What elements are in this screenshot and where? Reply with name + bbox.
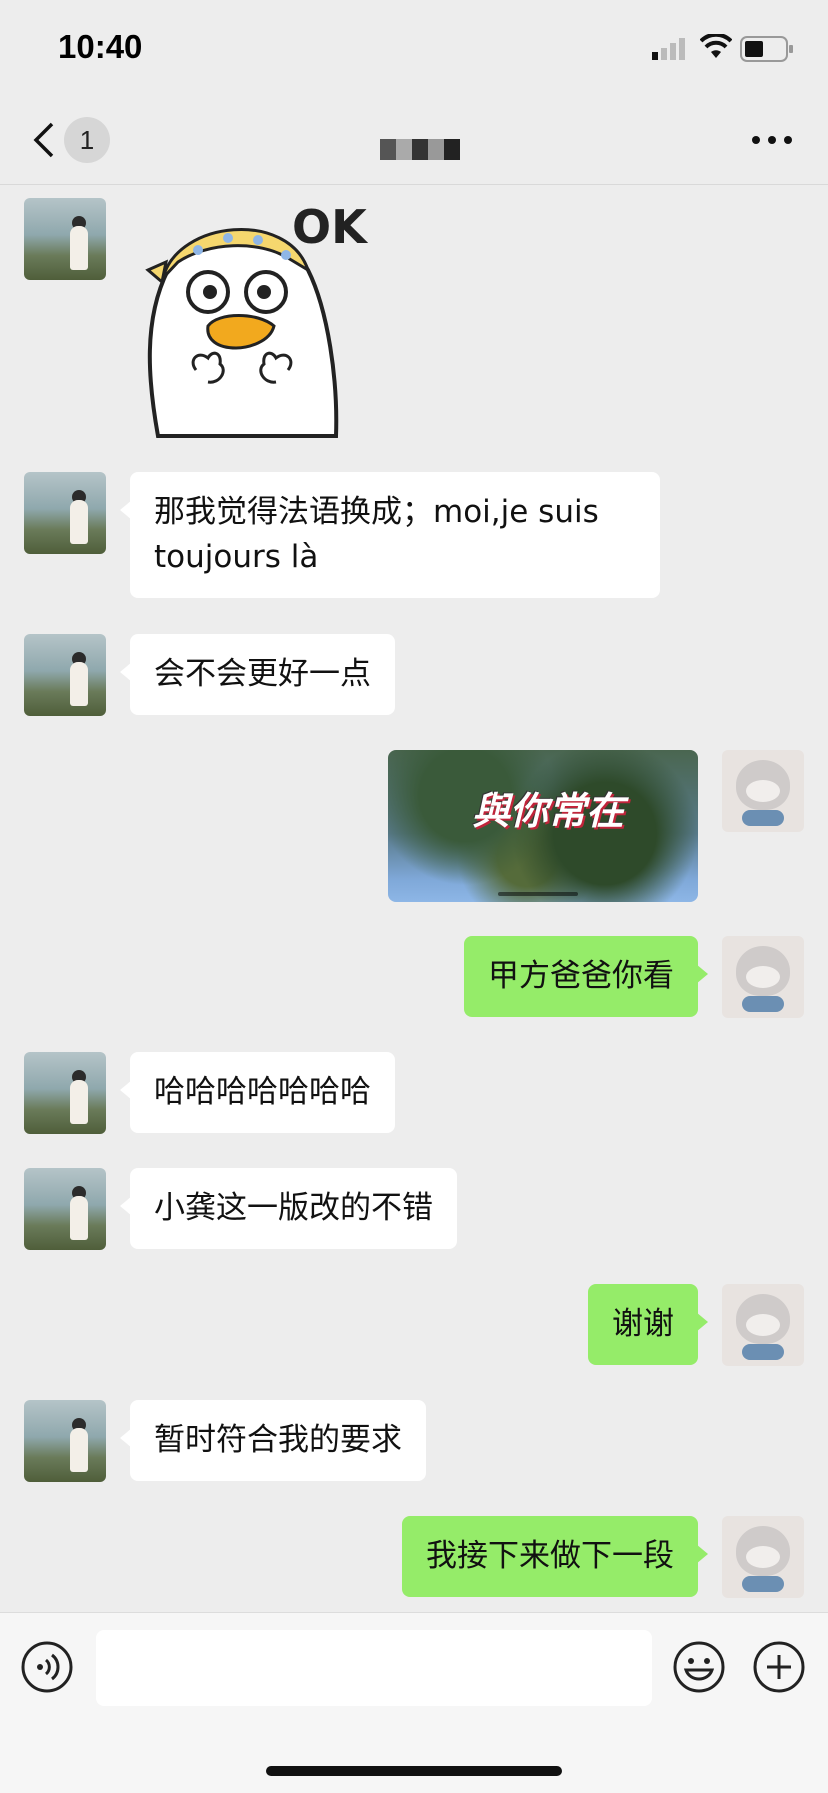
- message-bubble-outgoing[interactable]: 谢谢: [588, 1284, 708, 1365]
- my-avatar[interactable]: [722, 750, 804, 832]
- message-bubble-incoming[interactable]: 哈哈哈哈哈哈哈: [120, 1052, 395, 1133]
- contact-avatar[interactable]: [24, 1400, 106, 1482]
- emoji-icon[interactable]: [672, 1640, 726, 1694]
- message-bubble-incoming[interactable]: 那我觉得法语换成；moi,je suis toujours là: [120, 472, 660, 598]
- message-bubble-incoming[interactable]: 会不会更好一点: [120, 634, 395, 715]
- voice-input-icon[interactable]: [20, 1640, 74, 1694]
- contact-avatar[interactable]: [24, 198, 106, 280]
- more-options-icon[interactable]: [750, 134, 794, 146]
- message-input[interactable]: [96, 1630, 652, 1706]
- status-time: 10:40: [58, 28, 143, 65]
- message-bubble-outgoing[interactable]: 甲方爸爸你看: [464, 936, 708, 1017]
- message-bubble-incoming[interactable]: 小龚这一版改的不错: [120, 1168, 457, 1249]
- message-bubble-outgoing[interactable]: 我接下来做下一段: [402, 1516, 708, 1597]
- battery-icon: [740, 36, 793, 62]
- unread-count-badge[interactable]: 1: [64, 117, 110, 163]
- my-avatar[interactable]: [722, 1284, 804, 1366]
- video-progress-bar: [498, 892, 578, 896]
- cellular-signal-icon: [652, 38, 685, 60]
- contact-avatar[interactable]: [24, 634, 106, 716]
- my-avatar[interactable]: [722, 936, 804, 1018]
- wifi-icon: [700, 34, 732, 58]
- message-bubble-incoming[interactable]: 暂时符合我的要求: [120, 1400, 426, 1481]
- home-indicator: [266, 1766, 562, 1776]
- back-chevron-icon[interactable]: [30, 120, 60, 160]
- contact-avatar[interactable]: [24, 1052, 106, 1134]
- video-message-thumbnail[interactable]: 與你常在: [388, 750, 698, 902]
- contact-avatar[interactable]: [24, 1168, 106, 1250]
- sticker-ok-caption: OK: [292, 200, 367, 254]
- status-bar: 10:40: [0, 0, 828, 100]
- contact-avatar[interactable]: [24, 472, 106, 554]
- my-avatar[interactable]: [722, 1516, 804, 1598]
- video-overlay-text: 與你常在: [471, 789, 624, 833]
- more-actions-plus-icon[interactable]: [752, 1640, 806, 1694]
- chat-title-redacted: [380, 139, 460, 160]
